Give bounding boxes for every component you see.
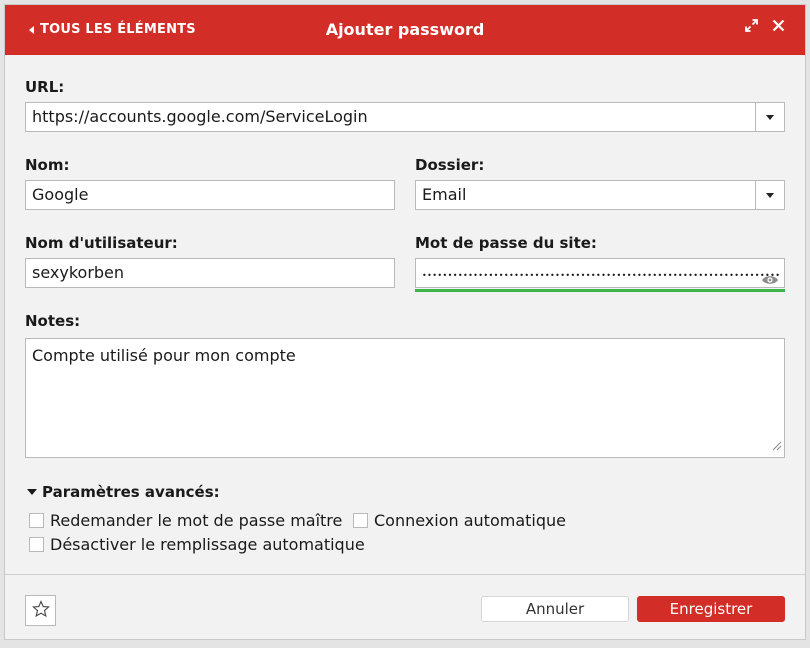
- name-field[interactable]: Google: [25, 180, 395, 210]
- folder-label: Dossier:: [415, 156, 485, 174]
- url-value: https://accounts.google.com/ServiceLogin: [32, 107, 368, 126]
- show-password-eye-icon[interactable]: [761, 267, 779, 287]
- chevron-down-icon: [766, 114, 774, 120]
- folder-value: Email: [422, 185, 467, 204]
- name-value: Google: [32, 185, 89, 204]
- checkbox[interactable]: [353, 513, 368, 528]
- auto-login-option[interactable]: Connexion automatique: [353, 511, 566, 530]
- dialog-title: Ajouter password: [325, 20, 485, 39]
- option-label: Redemander le mot de passe maître: [50, 511, 343, 530]
- reprompt-master-password-option[interactable]: Redemander le mot de passe maître: [29, 511, 342, 530]
- notes-textarea[interactable]: Compte utilisé pour mon compte: [25, 338, 785, 458]
- save-button[interactable]: Enregistrer: [637, 596, 785, 622]
- footer-divider: [5, 574, 805, 575]
- option-label: Connexion automatique: [374, 511, 566, 530]
- notes-label: Notes:: [25, 312, 81, 330]
- favorite-button[interactable]: [25, 595, 56, 626]
- folder-select[interactable]: Email: [415, 180, 785, 210]
- chevron-down-icon: [766, 192, 774, 198]
- advanced-settings-toggle[interactable]: Paramètres avancés:: [27, 483, 220, 501]
- expand-icon[interactable]: [745, 19, 758, 32]
- dialog-header: TOUS LES ÉLÉMENTS Ajouter password: [5, 5, 805, 55]
- url-label: URL:: [25, 78, 65, 96]
- resize-grip-icon[interactable]: [772, 436, 782, 455]
- option-label: Désactiver le remplissage automatique: [50, 535, 365, 554]
- username-field[interactable]: sexykorben: [25, 258, 395, 288]
- caret-down-icon: [27, 489, 37, 495]
- password-field[interactable]: ••••••••••••••••••••••••••••••••••••••••…: [415, 258, 785, 288]
- username-label: Nom d'utilisateur:: [25, 234, 178, 252]
- notes-value: Compte utilisé pour mon compte: [32, 346, 296, 365]
- url-field[interactable]: https://accounts.google.com/ServiceLogin: [25, 102, 785, 132]
- folder-dropdown-button[interactable]: [755, 181, 784, 209]
- disable-autofill-option[interactable]: Désactiver le remplissage automatique: [29, 535, 365, 554]
- password-masked-value: ••••••••••••••••••••••••••••••••••••••••…: [422, 271, 781, 280]
- url-dropdown-button[interactable]: [755, 103, 784, 131]
- name-label: Nom:: [25, 156, 70, 174]
- close-icon[interactable]: [772, 19, 785, 32]
- password-strength-bar: [415, 289, 785, 292]
- add-password-dialog: TOUS LES ÉLÉMENTS Ajouter password URL: …: [4, 4, 806, 640]
- advanced-settings-label: Paramètres avancés:: [42, 483, 220, 501]
- password-label: Mot de passe du site:: [415, 234, 597, 252]
- star-icon: [31, 599, 50, 622]
- cancel-button[interactable]: Annuler: [481, 596, 629, 622]
- username-value: sexykorben: [32, 263, 125, 282]
- checkbox[interactable]: [29, 537, 44, 552]
- checkbox[interactable]: [29, 513, 44, 528]
